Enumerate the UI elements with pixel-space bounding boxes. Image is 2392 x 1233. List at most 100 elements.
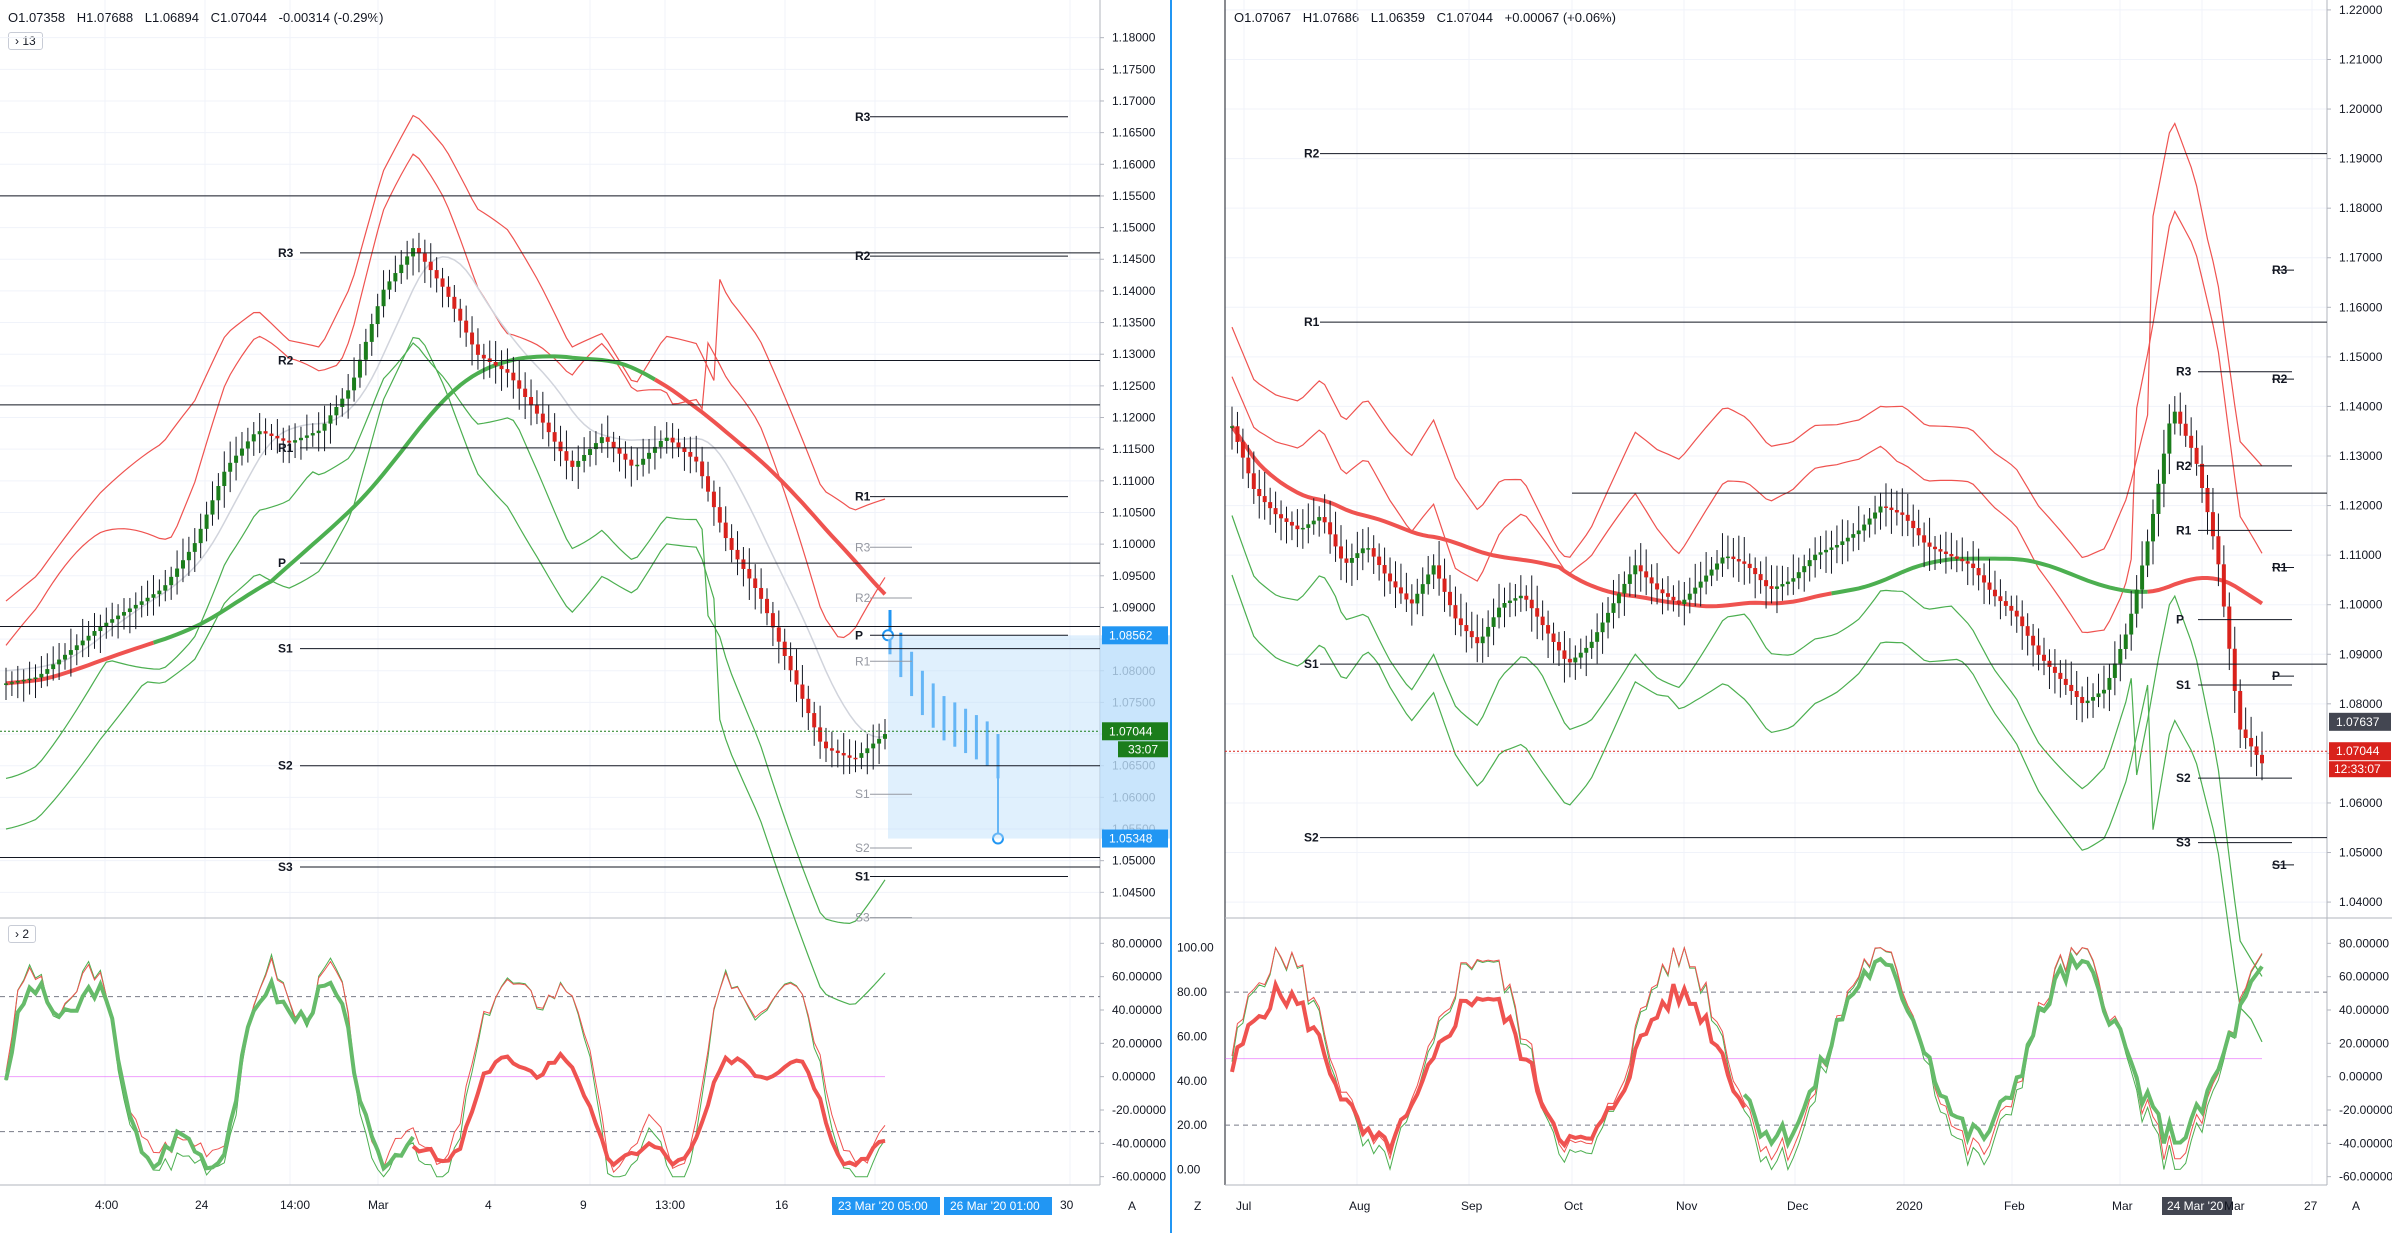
candle-body [1638, 565, 1643, 572]
right-chart-pane[interactable]: O1.07067 H1.07686 L1.06359 C1.07044 +0.0… [1172, 0, 2392, 1233]
candle-body [1834, 544, 1839, 548]
candle-body [1371, 548, 1376, 557]
candle-body [1731, 556, 1736, 560]
candle-body [151, 594, 156, 598]
candle-body [1943, 551, 1948, 554]
candle-body [1687, 593, 1692, 600]
candle-body [865, 748, 870, 754]
candle-body [1671, 596, 1676, 601]
candle-body [475, 344, 480, 355]
candle-body [540, 413, 545, 423]
pivot-label: S1 [855, 870, 870, 884]
candle-body [1938, 549, 1943, 552]
candle-body [275, 435, 280, 439]
candle-body [729, 538, 734, 550]
candle-body [505, 369, 510, 373]
candle-body [883, 734, 887, 739]
pivot-label: R1 [1304, 315, 1320, 329]
candle-body [322, 423, 327, 431]
candle-body [422, 253, 427, 262]
pivot-label: R2 [2176, 459, 2192, 473]
candle-body [1954, 556, 1959, 559]
candle-body [86, 635, 91, 641]
candle-body [493, 361, 498, 366]
projection-range-highlight [888, 635, 1100, 839]
candle-body [723, 522, 728, 539]
osc-tick-label: 0.00000 [2339, 1070, 2383, 1084]
osc-tick-label: 40.00000 [2339, 1003, 2389, 1017]
candle-body [2145, 541, 2150, 566]
left-chart-pane[interactable]: O1.07358 H1.07688 L1.06894 C1.07044 -0.0… [0, 0, 1170, 1233]
candle-body [1262, 496, 1267, 503]
candle-body [57, 659, 62, 665]
candle-body [1344, 558, 1349, 563]
candle-body [812, 713, 817, 728]
candle-body [21, 679, 26, 682]
candle-body [104, 622, 109, 627]
candle-body [2096, 693, 2101, 698]
candle-body [2221, 564, 2226, 607]
moving-average-up-segment [152, 354, 656, 645]
pivot-label: S2 [1304, 831, 1319, 845]
candle-body [611, 441, 616, 448]
candle-body [1491, 617, 1496, 627]
candle-body [216, 486, 221, 501]
candle-body [1829, 547, 1834, 550]
candle-body [1578, 652, 1583, 658]
candle-body [1802, 566, 1807, 573]
candle-body [381, 289, 386, 307]
candle-body [2014, 610, 2019, 617]
candle-body [511, 372, 516, 381]
pivot-label: R2 [278, 354, 294, 368]
candle-body [1862, 524, 1867, 531]
candle-body [2194, 447, 2199, 464]
candle-body [393, 273, 398, 282]
candle-body [1447, 591, 1452, 606]
candle-body [470, 332, 475, 345]
candle-body [1889, 507, 1894, 511]
candle-body [1709, 569, 1714, 576]
candle-body [1856, 530, 1861, 535]
candle-body [1464, 625, 1469, 632]
candle-body [2025, 626, 2030, 636]
candle-body [1807, 560, 1812, 567]
pivot-label-faint: S3 [855, 911, 870, 925]
candle-body [570, 460, 575, 467]
bb-outer-upper-line [1231, 122, 2263, 559]
candle-body [1289, 521, 1294, 526]
osc-left-tick-label: 100.00 [1177, 941, 1214, 955]
candle-body [859, 753, 864, 758]
osc-left-tick-label: 0.00 [1177, 1162, 1201, 1176]
candle-body [2178, 411, 2183, 424]
time-tick-label: Aug [1349, 1199, 1370, 1213]
candle-body [1851, 534, 1856, 538]
candle-body [1279, 514, 1284, 519]
candle-body [1715, 563, 1720, 570]
pivot-label: R3 [855, 110, 871, 124]
candle-body [369, 324, 374, 342]
candle-body [1644, 571, 1649, 578]
candle-body [1431, 565, 1436, 575]
candle-body [747, 568, 752, 579]
candle-body [1404, 593, 1409, 600]
candle-body [127, 608, 132, 613]
right-chart-svg[interactable]: 1.22000 1.21000 1.20000 1.19000 1.18000 1.170… [1172, 0, 2392, 1233]
candle-body [2254, 746, 2259, 755]
candle-body [440, 278, 445, 287]
candle-body [1725, 556, 1730, 559]
osc-tick-label: 80.00000 [2339, 936, 2389, 950]
candle-body [145, 597, 150, 602]
time-tick-label: 24 [195, 1198, 209, 1212]
candle-body [1257, 488, 1262, 497]
bb-inner-lower-line [5, 342, 886, 925]
candle-body [2134, 589, 2139, 614]
osc-left-tick-label: 20.00 [1177, 1118, 1207, 1132]
price-tick-label: 1.16000 [1112, 157, 1156, 171]
candle-body [2156, 483, 2161, 514]
time-tick-label: Feb [2004, 1199, 2025, 1213]
price-tick-label: 1.21000 [2339, 52, 2383, 66]
candle-body [304, 435, 309, 438]
candle-body [1355, 553, 1360, 559]
left-chart-svg[interactable]: 1.18000 1.17500 1.17000 1.16500 1.16000 1.155… [0, 0, 1170, 1233]
candle-body [2238, 690, 2243, 730]
